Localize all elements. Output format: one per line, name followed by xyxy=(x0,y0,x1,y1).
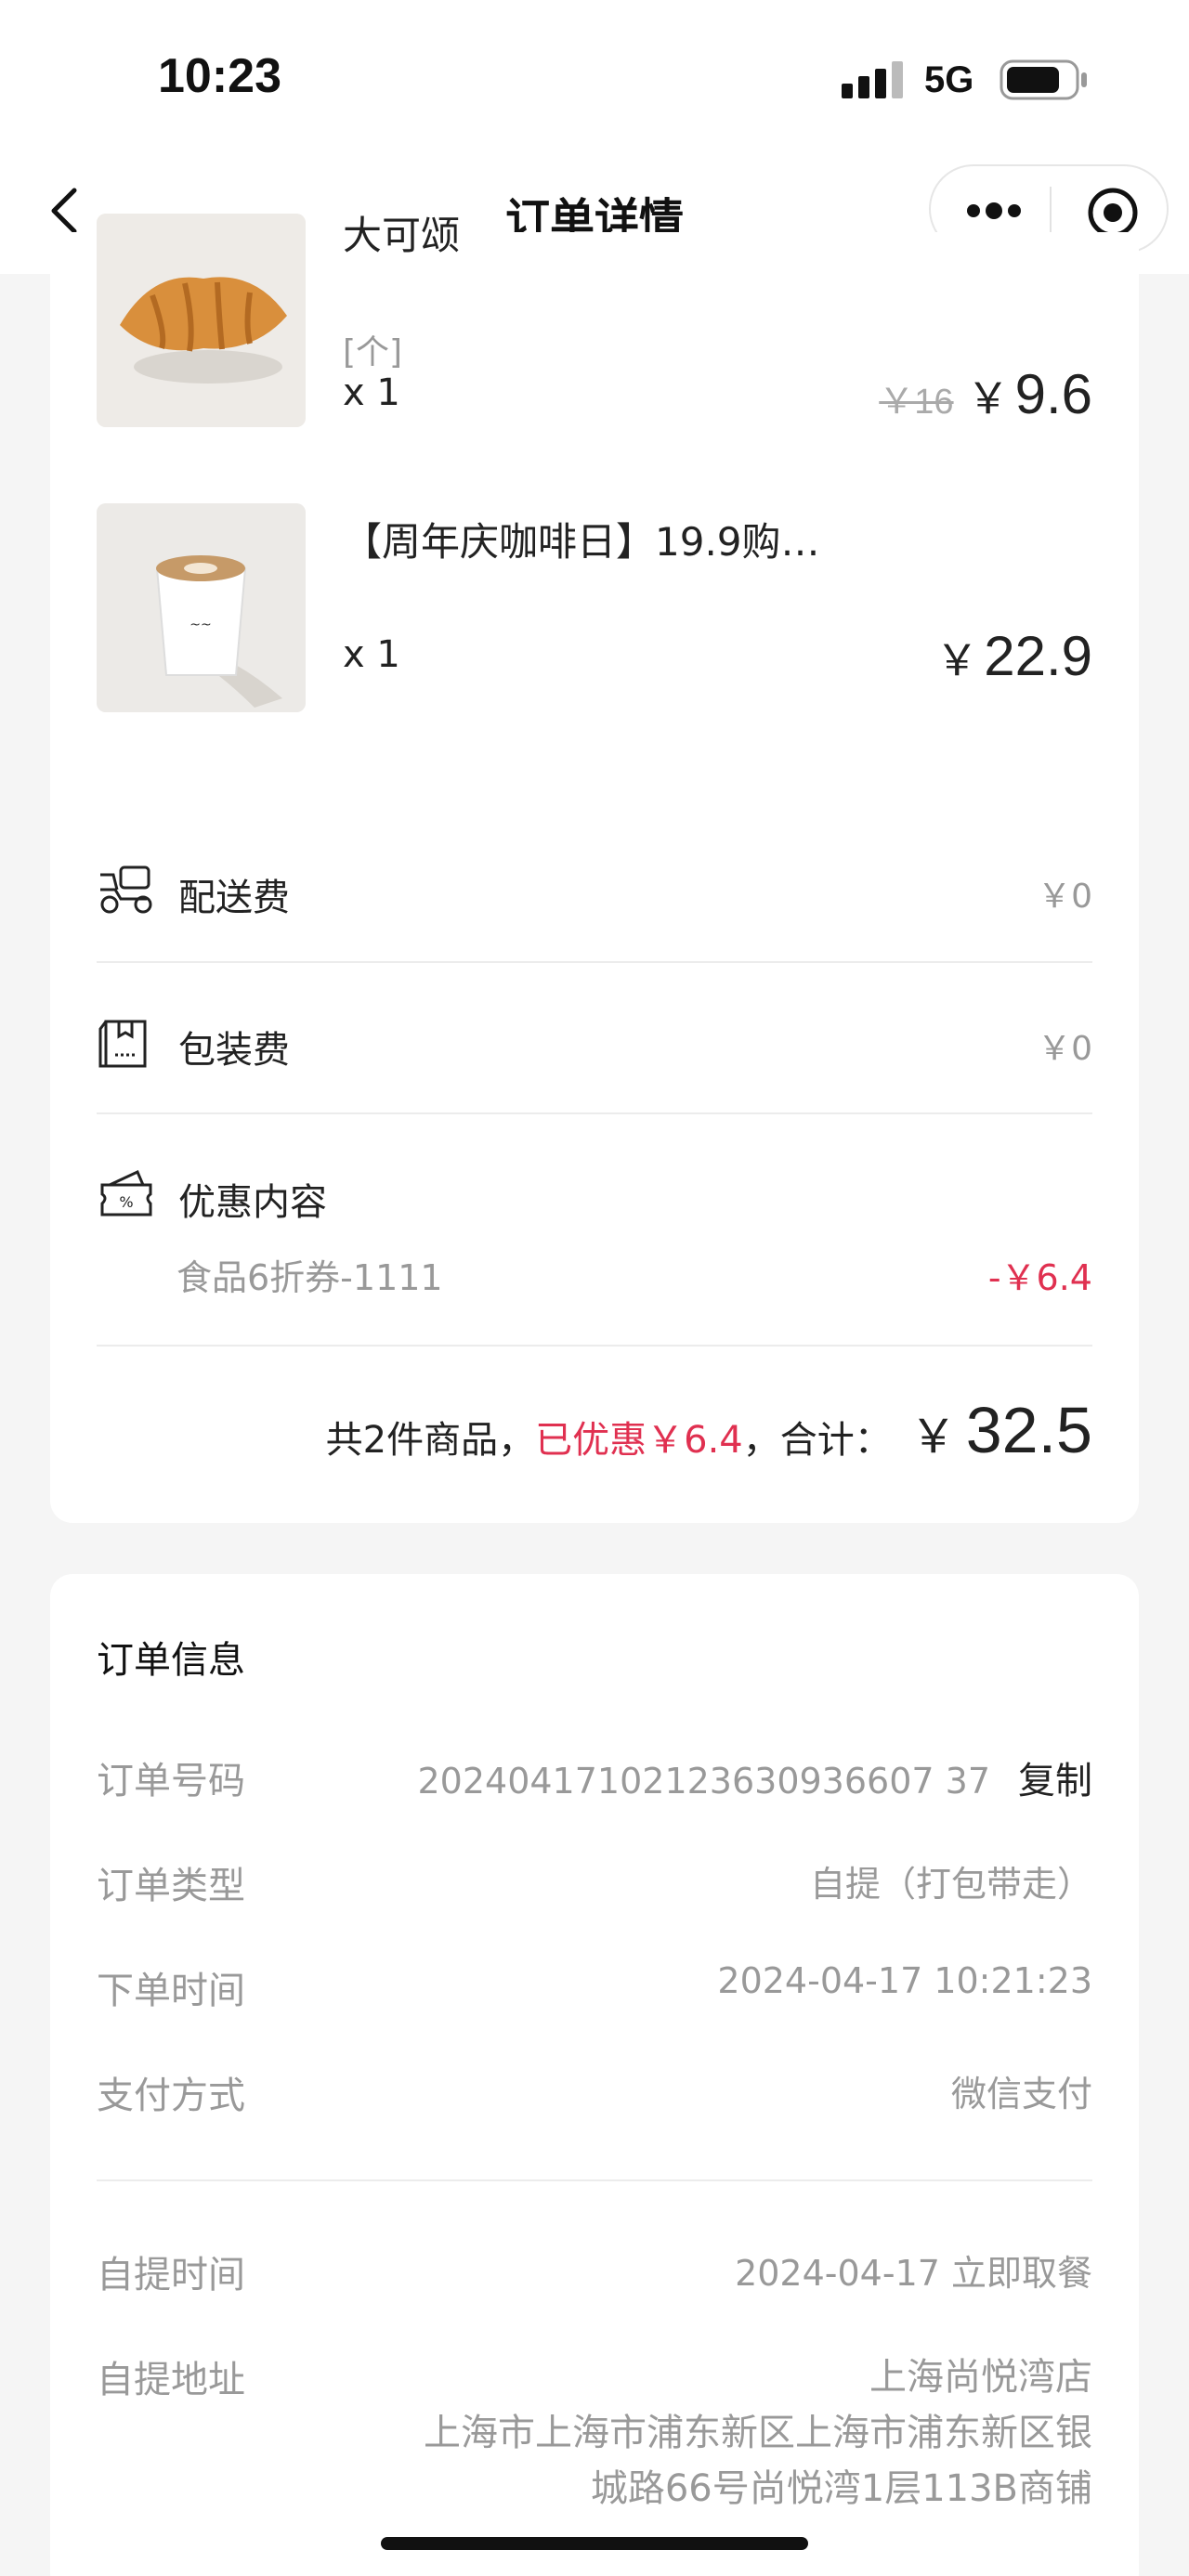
pickup-store: 上海尚悦湾店 xyxy=(869,2356,1092,2399)
divider xyxy=(97,2179,1092,2181)
order-number-label: 订单号码 xyxy=(97,1760,245,1802)
svg-text:~~: ~~ xyxy=(189,618,211,632)
discount-value: -￥6.4 xyxy=(987,1257,1092,1298)
order-time-value: 2024-04-17 10:21:23 xyxy=(717,1960,1092,2001)
product-row[interactable]: 大可颂 [个] x 1 ￥16 ￥ 9.6 xyxy=(97,213,1092,441)
battery-icon xyxy=(1000,59,1087,100)
product-price: ￥16 ￥ 9.6 xyxy=(879,362,1092,426)
order-summary: 共2件商品， 已优惠￥6.4 ，合计： ￥ 32.5 xyxy=(326,1393,1092,1467)
pickup-time-value: 2024-04-17 立即取餐 xyxy=(735,2253,1092,2294)
package-box-icon xyxy=(98,1020,147,1068)
network-label: 5G xyxy=(924,59,974,100)
close-target-icon[interactable] xyxy=(1087,187,1139,239)
product-name: 大可颂 xyxy=(343,213,461,258)
product-spec: [个] xyxy=(343,333,403,371)
pickup-address-line: 城路66号尚悦湾1层113B商铺 xyxy=(590,2467,1092,2510)
price-currency: ￥ xyxy=(935,636,979,684)
home-indicator xyxy=(381,2537,808,2550)
payment-method-row: 支付方式 微信支付 xyxy=(97,2065,1092,2121)
signal-icon xyxy=(842,61,903,98)
order-info-title: 订单信息 xyxy=(97,1639,245,1682)
croissant-image xyxy=(97,214,306,427)
total-value: 32.5 xyxy=(965,1394,1092,1466)
status-bar: 10:23 5G xyxy=(0,0,1189,163)
discount-name: 食品6折券-1111 xyxy=(176,1257,443,1298)
pickup-address-line: 上海市上海市浦东新区上海市浦东新区银 xyxy=(424,2412,1092,2454)
payment-method-label: 支付方式 xyxy=(97,2075,245,2117)
svg-text:%: % xyxy=(119,1193,133,1211)
pickup-address-label: 自提地址 xyxy=(97,2359,245,2401)
order-type-row: 订单类型 自提（打包带走） xyxy=(97,1855,1092,1911)
capsule-divider xyxy=(1050,187,1052,235)
total-currency: ￥ xyxy=(909,1410,957,1464)
goods-card: 大可颂 [个] x 1 ￥16 ￥ 9.6 ~~ 【周年庆咖啡日】19.9购… x … xyxy=(50,213,1139,1523)
divider xyxy=(97,1345,1092,1347)
order-number-row: 订单号码 20240417102123630936607 37 复制 xyxy=(97,1750,1092,1806)
product-row[interactable]: ~~ 【周年庆咖啡日】19.9购… x 1 ￥ 22.9 xyxy=(97,503,1092,712)
delivery-fee-value: ￥0 xyxy=(1038,878,1092,916)
original-price: ￥16 xyxy=(879,383,954,422)
product-price: ￥ 22.9 xyxy=(935,624,1092,688)
coffee-cup-image: ~~ xyxy=(97,503,306,712)
pickup-time-label: 自提时间 xyxy=(97,2254,245,2296)
packaging-fee-value: ￥0 xyxy=(1038,1030,1092,1068)
delivery-scooter-icon xyxy=(100,865,152,914)
divider xyxy=(97,961,1092,963)
pickup-time-row: 自提时间 2024-04-17 立即取餐 xyxy=(97,2244,1092,2300)
discount-row: % 优惠内容 xyxy=(97,1159,1092,1233)
product-qty: x 1 xyxy=(343,371,400,414)
packaging-fee-label: 包装费 xyxy=(178,1029,290,1072)
total-label: ，合计： xyxy=(742,1419,892,1462)
order-number: 20240417102123630936607 37 xyxy=(417,1761,991,1802)
copy-button[interactable]: 复制 xyxy=(1018,1760,1092,1802)
order-number-value: 20240417102123630936607 37 复制 xyxy=(418,1750,1093,1804)
status-time: 10:23 xyxy=(158,49,281,103)
order-type-value: 自提（打包带走） xyxy=(809,1864,1092,1905)
pickup-address-row: 自提地址 上海尚悦湾店 上海市上海市浦东新区上海市浦东新区银 城路66号尚悦湾1… xyxy=(97,2349,1092,2535)
order-type-label: 订单类型 xyxy=(97,1865,245,1907)
order-info-card: 订单信息 订单号码 20240417102123630936607 37 复制 订… xyxy=(50,1574,1139,2576)
divider xyxy=(97,1112,1092,1114)
payment-method-value: 微信支付 xyxy=(950,2074,1092,2114)
order-time-label: 下单时间 xyxy=(97,1970,245,2012)
packaging-fee-row: 包装费 ￥0 xyxy=(97,1007,1092,1081)
pickup-address: 上海尚悦湾店 上海市上海市浦东新区上海市浦东新区银 城路66号尚悦湾1层113B… xyxy=(424,2349,1092,2517)
price-value: 9.6 xyxy=(1014,363,1092,425)
price-value: 22.9 xyxy=(984,625,1092,687)
price-currency: ￥ xyxy=(966,374,1010,423)
more-icon[interactable] xyxy=(966,202,1022,220)
product-name: 【周年庆咖啡日】19.9购… xyxy=(343,519,820,565)
product-qty: x 1 xyxy=(343,633,400,676)
order-time-row: 下单时间 2024-04-17 10:21:23 xyxy=(97,1960,1092,2016)
delivery-fee-row: 配送费 ￥0 xyxy=(97,854,1092,929)
coupon-icon: % xyxy=(100,1169,152,1216)
saved-amount-text: 已优惠￥6.4 xyxy=(535,1419,743,1462)
discount-label: 优惠内容 xyxy=(178,1181,327,1224)
delivery-fee-label: 配送费 xyxy=(178,877,290,919)
item-count-text: 共2件商品， xyxy=(325,1419,536,1462)
